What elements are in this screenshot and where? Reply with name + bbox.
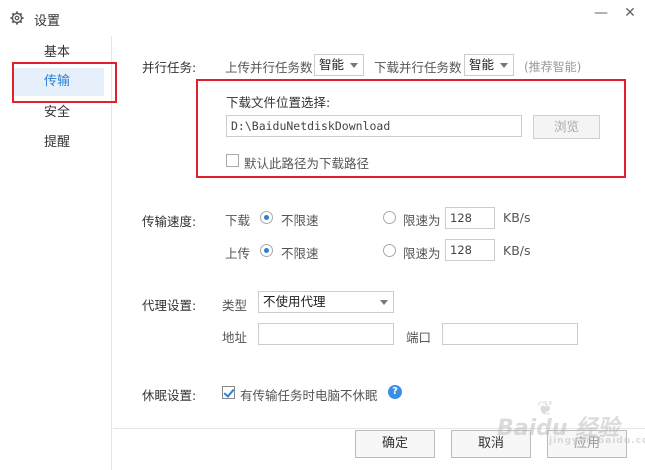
proxy-type-select[interactable]: 不使用代理 [258, 291, 394, 313]
cancel-button[interactable]: 取消 [451, 430, 531, 458]
proxy-port-input[interactable] [442, 323, 578, 345]
upload-limit-label: 限速为 [403, 246, 441, 261]
upload-parallel-select[interactable]: 智能 [314, 54, 364, 76]
download-limit-input[interactable]: 128 [445, 207, 495, 229]
chevron-down-icon [350, 63, 358, 68]
upload-unlimited-label: 不限速 [281, 246, 319, 261]
download-limit-label: 限速为 [403, 213, 441, 228]
sidebar-item-reminder[interactable]: 提醒 [14, 129, 104, 157]
download-path-field[interactable]: D:\BaiduNetdiskDownload [226, 115, 522, 137]
upload-unlimited-radio[interactable] [260, 244, 273, 257]
paw-icon: ❦ [537, 396, 554, 420]
download-limit-radio[interactable] [383, 211, 396, 224]
default-path-checkbox[interactable] [226, 154, 239, 167]
speed-download-label: 下载 [225, 213, 251, 228]
download-unlimited-label: 不限速 [281, 213, 319, 228]
download-unlimited-radio[interactable] [260, 211, 273, 224]
chevron-down-icon [380, 300, 388, 305]
proxy-address-label: 地址 [222, 330, 248, 345]
proxy-label: 代理设置: [142, 298, 197, 313]
download-parallel-value: 智能 [469, 57, 495, 72]
upload-parallel-value: 智能 [319, 57, 345, 72]
close-button[interactable]: ✕ [620, 6, 640, 20]
speed-upload-label: 上传 [225, 246, 251, 261]
proxy-type-value: 不使用代理 [263, 294, 326, 309]
highlight-box-sidebar [12, 62, 117, 103]
window-title: 设置 [34, 14, 61, 29]
gear-icon [10, 11, 24, 25]
download-unit: KB/s [503, 210, 531, 225]
parallel-tasks-label: 并行任务: [142, 60, 197, 75]
download-parallel-select[interactable]: 智能 [464, 54, 514, 76]
download-parallel-label: 下载并行任务数 [374, 60, 462, 75]
browse-button[interactable]: 浏览 [533, 115, 600, 139]
default-path-label: 默认此路径为下载路径 [244, 156, 370, 171]
upload-limit-radio[interactable] [383, 244, 396, 257]
sidebar-item-security[interactable]: 安全 [14, 99, 104, 127]
upload-parallel-label: 上传并行任务数 [225, 60, 313, 75]
minimize-button[interactable]: — [591, 6, 611, 20]
footer-divider [113, 428, 645, 429]
upload-limit-input[interactable]: 128 [445, 239, 495, 261]
help-icon[interactable]: ? [388, 385, 402, 399]
title-bar: 设置 — ✕ [0, 0, 645, 36]
proxy-port-label: 端口 [406, 330, 432, 345]
proxy-address-input[interactable] [258, 323, 394, 345]
speed-label: 传输速度: [142, 214, 197, 229]
proxy-type-label: 类型 [222, 298, 248, 313]
no-sleep-checkbox[interactable] [222, 386, 235, 399]
upload-unit: KB/s [503, 243, 531, 258]
sleep-label: 休眠设置: [142, 388, 197, 403]
download-location-label: 下载文件位置选择: [226, 95, 331, 110]
ok-button[interactable]: 确定 [355, 430, 435, 458]
chevron-down-icon [500, 63, 508, 68]
apply-button[interactable]: 应用 [547, 430, 627, 458]
parallel-hint: (推荐智能) [524, 60, 582, 74]
no-sleep-label: 有传输任务时电脑不休眠 [240, 388, 378, 403]
